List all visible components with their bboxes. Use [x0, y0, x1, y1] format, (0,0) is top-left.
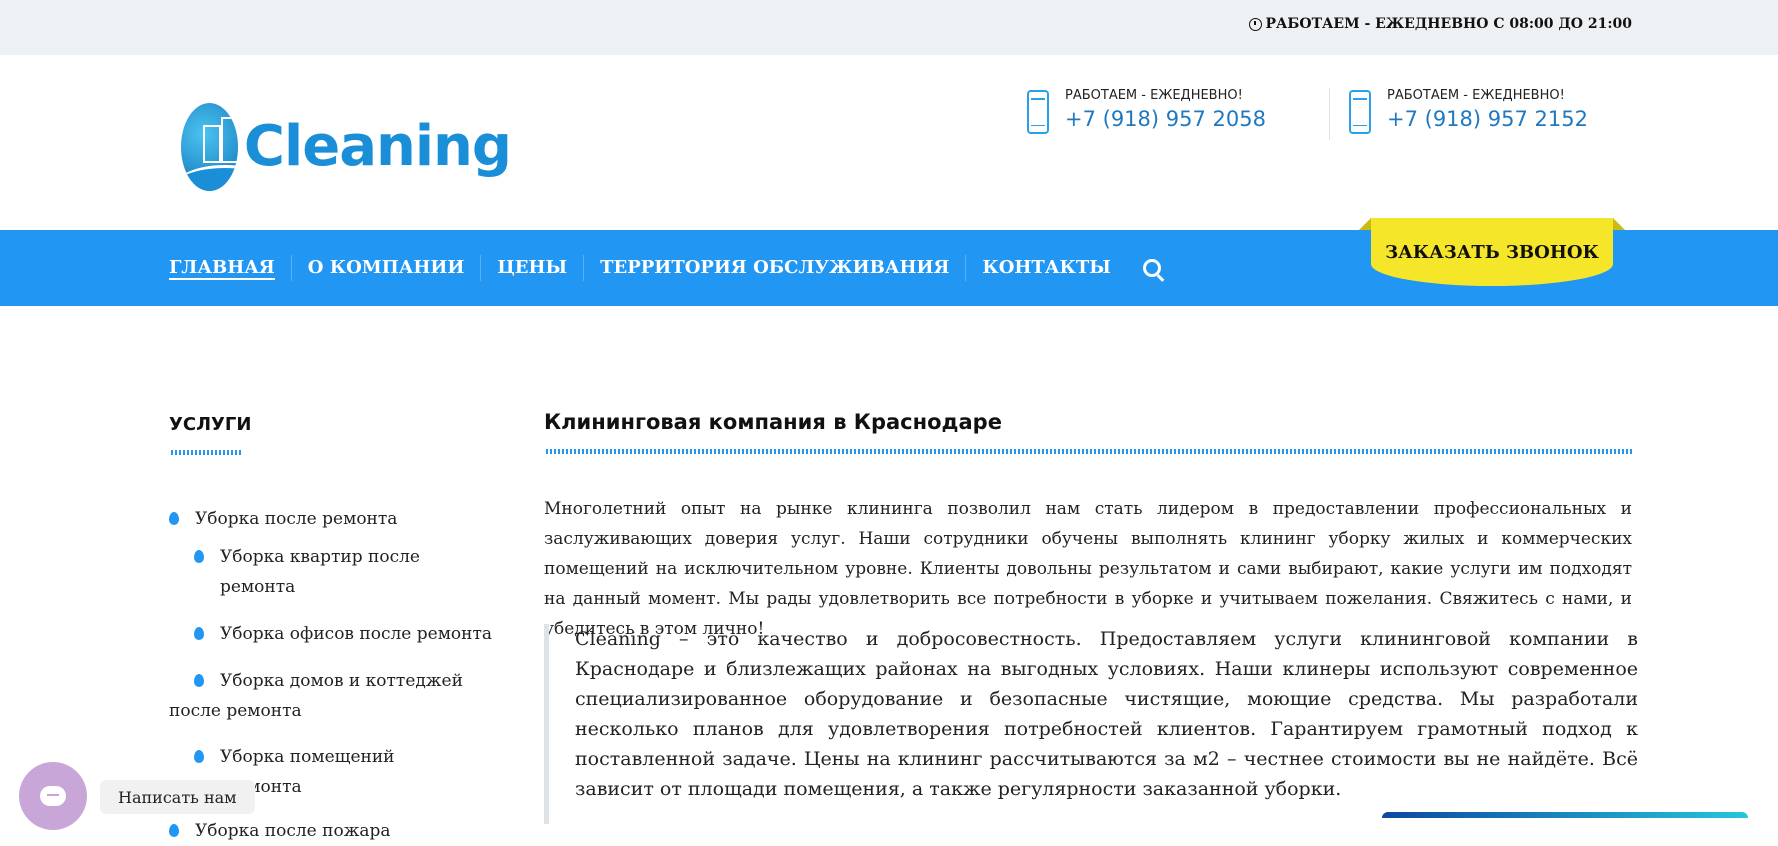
search-icon[interactable]: [1142, 259, 1161, 277]
working-hours: РАБОТАЕМ - ЕЖЕДНЕВНО С 08:00 ДО 21:00: [1248, 16, 1633, 32]
water-drop-icon: [194, 550, 204, 563]
water-drop-icon: [169, 824, 179, 837]
water-drop-icon: [194, 750, 204, 763]
sidebar-title-underline: [171, 450, 243, 455]
top-info-bar: РАБОТАЕМ - ЕЖЕДНЕВНО С 08:00 ДО 21:00: [0, 0, 1778, 55]
site-logo[interactable]: Cleaning: [181, 99, 512, 194]
nav-item-service-area[interactable]: ТЕРРИТОРИЯ ОБСЛУЖИВАНИЯ: [584, 255, 967, 281]
page-title-underline: [546, 449, 1632, 454]
nav-item-prices[interactable]: ЦЕНЫ: [481, 255, 585, 281]
service-subitem[interactable]: Уборка офисов после ремонта: [194, 619, 499, 649]
phone-divider: [1329, 88, 1330, 140]
sidebar-title: УСЛУГИ: [169, 414, 252, 435]
phone-number[interactable]: +7 (918) 957 2152: [1387, 107, 1588, 131]
order-callback-button[interactable]: ЗАКАЗАТЬ ЗВОНОК: [1359, 218, 1625, 286]
nav-item-contacts[interactable]: КОНТАКТЫ: [966, 255, 1127, 281]
logo-emblem-icon: [181, 102, 238, 191]
nav-item-home[interactable]: ГЛАВНАЯ: [169, 255, 292, 281]
phone-caption: РАБОТАЕМ - ЕЖЕДНЕВНО!: [1387, 88, 1565, 103]
chat-widget-button[interactable]: [19, 762, 87, 830]
chat-bubble-icon: [40, 786, 66, 806]
intro-paragraph: Многолетний опыт на рынке клининга позво…: [544, 499, 1632, 639]
phone-block-1[interactable]: РАБОТАЕМ - ЕЖЕДНЕВНО! +7 (918) 957 2058: [1027, 88, 1266, 134]
working-hours-text: РАБОТАЕМ - ЕЖЕДНЕВНО С 08:00 ДО 21:00: [1265, 16, 1633, 32]
clock-icon: [1248, 17, 1262, 31]
page-title: Клининговая компания в Краснодаре: [544, 410, 1002, 434]
phone-block-2[interactable]: РАБОТАЕМ - ЕЖЕДНЕВНО! +7 (918) 957 2152: [1349, 88, 1588, 134]
site-header: Cleaning РАБОТАЕМ - ЕЖЕДНЕВНО! +7 (918) …: [0, 55, 1778, 230]
phone-caption: РАБОТАЕМ - ЕЖЕДНЕВНО!: [1065, 88, 1243, 103]
logo-text: Cleaning: [243, 114, 512, 179]
mobile-phone-icon: [1349, 90, 1371, 134]
bottom-widget-edge: [1382, 812, 1748, 818]
service-item[interactable]: Уборка после ремонта: [169, 504, 499, 534]
nav-item-about[interactable]: О КОМПАНИИ: [292, 255, 482, 281]
water-drop-icon: [194, 674, 204, 687]
highlight-quote: Cleaning – это качество и добросовестнос…: [544, 624, 1638, 824]
service-item[interactable]: Уборка после пожара: [169, 816, 499, 846]
water-drop-icon: [169, 512, 179, 525]
water-drop-icon: [194, 627, 204, 640]
service-subitem[interactable]: Уборка квартир после ремонта: [194, 542, 499, 602]
mobile-phone-icon: [1027, 90, 1049, 134]
phone-number[interactable]: +7 (918) 957 2058: [1065, 107, 1266, 131]
service-subitem[interactable]: Уборка домов и коттеджей после ремонта: [169, 666, 499, 726]
order-callback-label: ЗАКАЗАТЬ ЗВОНОК: [1385, 241, 1599, 263]
chat-widget-label[interactable]: Написать нам: [100, 780, 255, 814]
